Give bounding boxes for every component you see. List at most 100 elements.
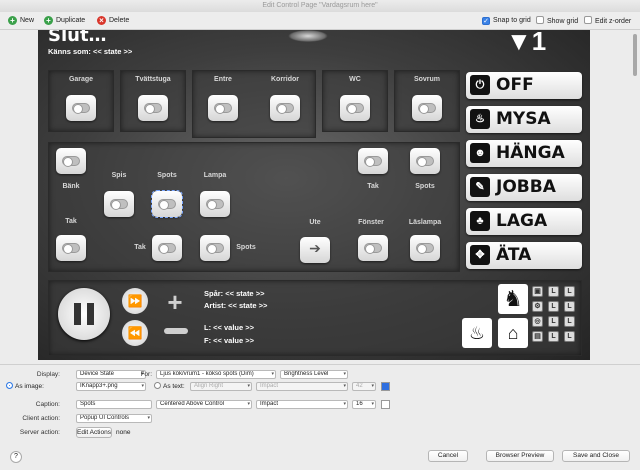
show-grid-checkbox[interactable]: Show grid (536, 16, 578, 27)
text-font-select[interactable]: Impact ▾ (256, 382, 348, 391)
text-color-swatch[interactable] (381, 382, 390, 391)
scene-label: HÄNGA (496, 143, 565, 163)
dog-button[interactable]: ♞ (498, 284, 528, 314)
toggle-spis[interactable] (104, 191, 134, 217)
delete-label: Delete (109, 17, 130, 24)
save-and-close-button[interactable]: Save and Close (562, 450, 630, 462)
volume-up-button[interactable]: + (164, 289, 186, 315)
mini-icon[interactable]: L (548, 316, 559, 327)
delete-button[interactable]: × Delete (97, 15, 129, 27)
mini-icon[interactable]: L (564, 286, 575, 297)
pause-button[interactable] (58, 288, 110, 340)
caption-input[interactable]: Spots (76, 400, 152, 409)
toggle-entre[interactable] (208, 95, 238, 121)
caption-size-select[interactable]: 16 ▾ (352, 400, 376, 409)
caption-color-swatch[interactable] (381, 400, 390, 409)
vertical-scrollbar[interactable] (633, 34, 637, 76)
rewind-icon: ⏪ (127, 326, 143, 340)
smiley-icon: ☻ (470, 143, 490, 163)
label-tvattstuga: Tvättstuga (135, 76, 171, 83)
fast-forward-icon: ⏩ (127, 294, 143, 308)
snap-label: Snap to grid (493, 17, 531, 24)
for-state-select[interactable]: Brightness Level ▾ (280, 370, 348, 379)
mini-icon[interactable]: ⚙ (532, 301, 543, 312)
client-action-label: Client action: (22, 415, 60, 422)
power-icon: ⏻ (470, 75, 490, 95)
toggle-tvattstuga[interactable] (138, 95, 168, 121)
server-action-value: none (116, 429, 131, 436)
duplicate-button[interactable]: + Duplicate (44, 15, 85, 27)
scene-button-jobba[interactable]: ✎ JOBBA (466, 174, 582, 201)
scene-label: LAGA (496, 211, 548, 231)
rewind-button[interactable]: ⏪ (122, 320, 148, 346)
radio-dot (6, 382, 13, 389)
volume-down-button[interactable] (164, 328, 188, 334)
radio-dot (154, 382, 161, 389)
toggle-wc[interactable] (340, 95, 370, 121)
scene-button-off[interactable]: ⏻ OFF (466, 72, 582, 99)
toggle-sovrum[interactable] (412, 95, 442, 121)
feels-like-label: Känns som: << state >> (48, 47, 133, 56)
client-action-select[interactable]: Popup UI Controls ▾ (76, 414, 152, 423)
edit-actions-button[interactable]: Edit Actions (76, 427, 112, 438)
cooker-button[interactable]: ⌂ (498, 318, 528, 348)
arrow-right-icon: ➔ (309, 240, 321, 256)
mini-icon[interactable]: L (564, 331, 575, 342)
control-page-canvas[interactable]: Slut… Känns som: << state >> ▼1 Garage T… (38, 30, 590, 360)
as-image-radio[interactable]: As image: (6, 382, 44, 390)
for-label: For: (140, 371, 152, 378)
heating-button[interactable]: ♨ (462, 318, 492, 348)
fast-forward-button[interactable]: ⏩ (122, 288, 148, 314)
scene-button-laga[interactable]: ♣ LAGA (466, 208, 582, 235)
image-select[interactable]: IKnapp3+.png ▾ (76, 382, 146, 391)
mini-icon[interactable]: L (564, 301, 575, 312)
weather-cloud-icon (288, 30, 328, 42)
plus-icon: + (8, 16, 17, 25)
ute-arrow-button[interactable]: ➔ (300, 237, 330, 263)
scene-label: ÄTA (496, 245, 532, 265)
toggle-tak-living[interactable] (358, 148, 388, 174)
edit-z-order-checkbox[interactable]: Edit z-order (584, 16, 631, 27)
toggle-tak-left[interactable] (56, 235, 86, 261)
mini-icon[interactable]: L (548, 331, 559, 342)
toggle-spots-living[interactable] (410, 148, 440, 174)
as-text-radio[interactable]: As text: (154, 382, 185, 390)
mini-icon[interactable]: ◎ (532, 316, 543, 327)
caption-font-select[interactable]: Impact ▾ (256, 400, 348, 409)
checkbox-box (584, 16, 592, 24)
toggle-spots-selected[interactable] (151, 190, 183, 218)
caption-position-select[interactable]: Centered Above Control ▾ (156, 400, 252, 409)
help-button[interactable]: ? (10, 451, 22, 463)
check-icon: ✓ (482, 17, 490, 25)
mini-icon[interactable]: L (548, 301, 559, 312)
new-button[interactable]: + New (8, 15, 34, 27)
toggle-laslampa[interactable] (410, 235, 440, 261)
text-align-select[interactable]: Align Right ▾ (190, 382, 252, 391)
mini-icon[interactable]: L (564, 316, 575, 327)
toggle-fonster[interactable] (358, 235, 388, 261)
text-size-select[interactable]: 42 ▾ (352, 382, 376, 391)
toggle-lampa[interactable] (200, 191, 230, 217)
cloche-icon: ⌂ (507, 323, 519, 343)
toggle-garage[interactable] (66, 95, 96, 121)
toolbar: + New + Duplicate × Delete ✓ Snap to grid Sh… (0, 12, 640, 30)
scene-button-ata[interactable]: ✥ ÄTA (466, 242, 582, 269)
front-level-label: F: << value >> (204, 336, 255, 345)
cancel-button[interactable]: Cancel (428, 450, 468, 462)
toggle-tak-mid[interactable] (152, 235, 182, 261)
mini-icon[interactable]: ▣ (532, 286, 543, 297)
snap-to-grid-checkbox[interactable]: ✓ Snap to grid (482, 16, 531, 26)
mini-icon[interactable]: L (548, 286, 559, 297)
scene-label: JOBBA (496, 177, 556, 197)
toggle-korridor[interactable] (270, 95, 300, 121)
label-sovrum: Sovrum (413, 76, 441, 83)
toggle-spots-low[interactable] (200, 235, 230, 261)
label-tak-mid: Tak (134, 244, 146, 251)
scene-button-mysa[interactable]: ♨ MYSA (466, 106, 582, 133)
for-device-select[interactable]: Ljus kök/vrum1 - köksö spots (Dim) ▾ (156, 370, 276, 379)
scene-button-hanga[interactable]: ☻ HÄNGA (466, 140, 582, 167)
browser-preview-button[interactable]: Browser Preview (486, 450, 554, 462)
toggle-benk[interactable] (56, 148, 86, 174)
mini-icon[interactable]: ▤ (532, 331, 543, 342)
show-grid-label: Show grid (547, 18, 579, 25)
